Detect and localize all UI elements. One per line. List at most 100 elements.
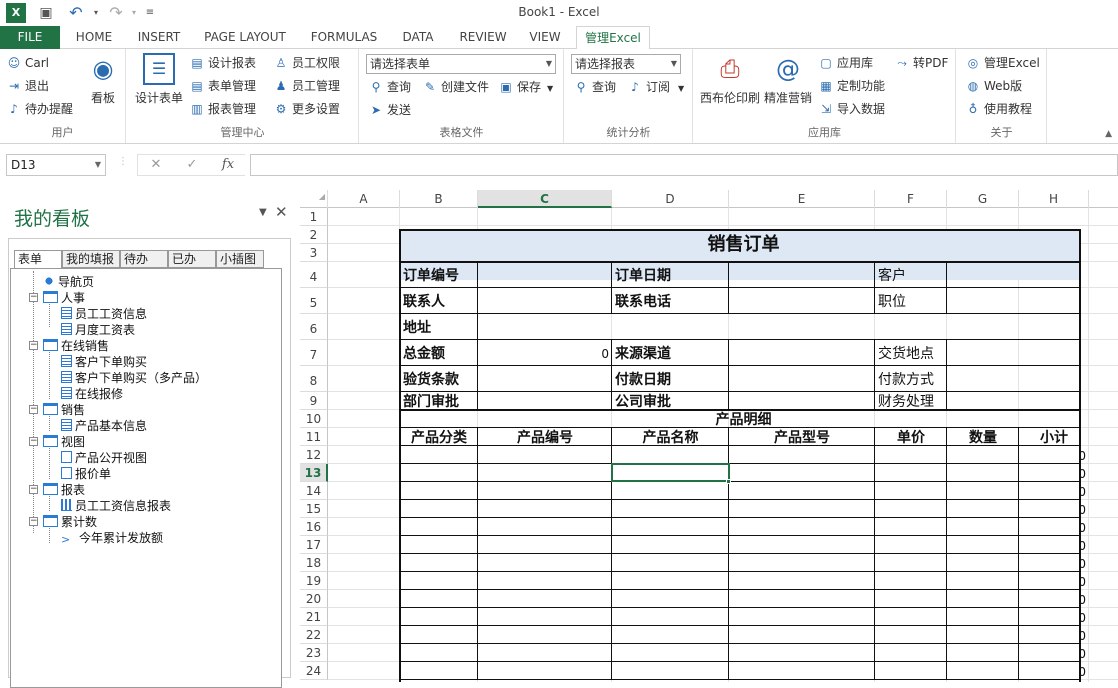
tab-file[interactable]: FILE	[0, 26, 60, 49]
row-header-6[interactable]: 6	[300, 314, 328, 340]
tree-item-nav[interactable]: 导航页	[43, 274, 94, 290]
row-header-12[interactable]: 12	[300, 446, 328, 464]
panel-tab-my-submissions[interactable]: 我的填报	[62, 250, 120, 268]
row-header-10[interactable]: 10	[300, 410, 328, 428]
tree-item-annual-cumulative[interactable]: > 今年累计发放额	[61, 530, 163, 546]
tutorial-link[interactable]: ♁ 使用教程	[965, 99, 1032, 119]
row-header-24[interactable]: 24	[300, 662, 328, 680]
tree-folder-hr[interactable]: 人事	[43, 290, 85, 306]
column-header-c[interactable]: C	[478, 190, 612, 208]
app-library-button[interactable]: ▢ 应用库	[818, 53, 873, 73]
collapse-toggle-icon[interactable]: −	[29, 341, 38, 350]
tree-item-customer-order-multi[interactable]: 客户下单购买（多产品）	[61, 370, 207, 386]
column-header-d[interactable]: D	[612, 190, 729, 208]
row-header-3[interactable]: 3	[300, 244, 328, 262]
manage-excel-link[interactable]: ◎ 管理Excel	[965, 53, 1040, 73]
tree-item-product-info[interactable]: 产品基本信息	[61, 418, 147, 434]
send-button[interactable]: ➤ 发送	[368, 100, 411, 120]
tab-insert[interactable]: INSERT	[130, 26, 188, 49]
row-header-14[interactable]: 14	[300, 482, 328, 500]
column-header-g[interactable]: G	[947, 190, 1019, 208]
tree-folder-cumulative[interactable]: 累计数	[43, 514, 97, 530]
select-form-combo[interactable]: 请选择表单 ▼	[366, 54, 556, 74]
tab-data[interactable]: DATA	[394, 26, 442, 49]
column-header-h[interactable]: H	[1019, 190, 1089, 208]
web-version-link[interactable]: ◍ Web版	[965, 76, 1022, 96]
tree-folder-sales[interactable]: 销售	[43, 402, 85, 418]
fill-handle[interactable]	[726, 479, 731, 484]
tab-page-layout[interactable]: PAGE LAYOUT	[196, 26, 294, 49]
row-header-23[interactable]: 23	[300, 644, 328, 662]
import-data-button[interactable]: ⇲ 导入数据	[818, 99, 885, 119]
logout-button[interactable]: ⇥ 退出	[6, 76, 49, 96]
subscribe-button[interactable]: ♪ 订阅 ▼	[627, 77, 684, 97]
report-manage-button[interactable]: ▥ 报表管理	[189, 99, 256, 119]
column-header-f[interactable]: F	[875, 190, 947, 208]
tree-folder-reports[interactable]: 报表	[43, 482, 85, 498]
row-header-19[interactable]: 19	[300, 572, 328, 590]
tab-formulas[interactable]: FORMULAS	[302, 26, 386, 49]
panel-tab-charts[interactable]: 小插图	[216, 250, 264, 268]
tree-item-online-repair[interactable]: 在线报修	[61, 386, 123, 402]
column-header-e[interactable]: E	[729, 190, 875, 208]
select-all-corner[interactable]: ◢	[300, 190, 328, 208]
worksheet[interactable]: ◢ ABCDEFGH 1 2 3 4 5 6 7 8 9 10 11 12 13 14 15 16 17 18 19…	[300, 190, 1118, 682]
query-report-button[interactable]: ⚲ 查询	[573, 77, 616, 97]
create-file-button[interactable]: ✎ 创建文件	[422, 77, 489, 97]
panel-tab-todo[interactable]: 待办	[120, 250, 168, 268]
row-header-16[interactable]: 16	[300, 518, 328, 536]
row-header-2[interactable]: 2	[300, 226, 328, 244]
select-report-combo[interactable]: 请选择报表 ▼	[571, 54, 681, 74]
precision-marketing-button[interactable]: @ 精准营销	[762, 53, 814, 106]
panel-tab-forms[interactable]: 表单	[14, 250, 62, 269]
staff-manage-button[interactable]: ♟ 员工管理	[273, 76, 340, 96]
insert-function-icon[interactable]: fx	[214, 154, 242, 176]
row-header-11[interactable]: 11	[300, 428, 328, 446]
collapse-toggle-icon[interactable]: −	[29, 293, 38, 302]
formula-input[interactable]	[250, 154, 1118, 176]
to-pdf-button[interactable]: ⤳ 转PDF	[894, 53, 948, 73]
tree-folder-online-sales[interactable]: 在线销售	[43, 338, 109, 354]
row-header-4[interactable]: 4	[300, 262, 328, 288]
tree-folder-views[interactable]: 视图	[43, 434, 85, 450]
row-header-15[interactable]: 15	[300, 500, 328, 518]
xibulun-print-button[interactable]: ⎙ 西布伦印刷	[698, 53, 762, 106]
collapse-toggle-icon[interactable]: −	[29, 437, 38, 446]
name-box[interactable]: D13 ▼	[6, 154, 106, 176]
active-cell-d13[interactable]	[611, 463, 730, 482]
design-report-button[interactable]: ▤ 设计报表	[189, 53, 256, 73]
form-manage-button[interactable]: ▤ 表单管理	[189, 76, 256, 96]
tab-manage-excel[interactable]: 管理Excel	[576, 26, 650, 50]
row-header-9[interactable]: 9	[300, 392, 328, 410]
staff-permission-button[interactable]: ♙ 员工权限	[273, 53, 340, 73]
row-header-5[interactable]: 5	[300, 288, 328, 314]
tab-home[interactable]: HOME	[66, 26, 122, 49]
column-header-b[interactable]: B	[400, 190, 478, 208]
row-header-8[interactable]: 8	[300, 366, 328, 392]
row-header-20[interactable]: 20	[300, 590, 328, 608]
tree-item-hr-salary-info[interactable]: 员工工资信息	[61, 306, 147, 322]
row-header-7[interactable]: 7	[300, 340, 328, 366]
user-button[interactable]: ☺ Carl	[6, 53, 49, 73]
collapse-ribbon-icon[interactable]: ▲	[1105, 129, 1112, 139]
row-header-18[interactable]: 18	[300, 554, 328, 572]
tab-review[interactable]: REVIEW	[450, 26, 516, 49]
tree-item-salary-report[interactable]: 员工工资信息报表	[61, 498, 171, 514]
tree-item-customer-order[interactable]: 客户下单购买	[61, 354, 147, 370]
collapse-toggle-icon[interactable]: −	[29, 517, 38, 526]
save-button[interactable]: ▣ 保存 ▼	[498, 77, 553, 97]
todo-reminder-button[interactable]: ♪ 待办提醒	[6, 99, 73, 119]
tab-view[interactable]: VIEW	[522, 26, 568, 49]
panel-options-icon[interactable]: ▼	[259, 207, 267, 218]
collapse-toggle-icon[interactable]: −	[29, 405, 38, 414]
column-header-a[interactable]: A	[328, 190, 400, 208]
dashboard-button[interactable]: ◉ 看板	[84, 53, 122, 106]
collapse-toggle-icon[interactable]: −	[29, 485, 38, 494]
query-form-button[interactable]: ⚲ 查询	[368, 77, 411, 97]
custom-function-button[interactable]: ▦ 定制功能	[818, 76, 885, 96]
row-header-22[interactable]: 22	[300, 626, 328, 644]
row-header-21[interactable]: 21	[300, 608, 328, 626]
row-header-1[interactable]: 1	[300, 208, 328, 226]
tree-item-quotation[interactable]: 报价单	[61, 466, 111, 482]
cancel-icon[interactable]: ✕	[142, 154, 170, 176]
